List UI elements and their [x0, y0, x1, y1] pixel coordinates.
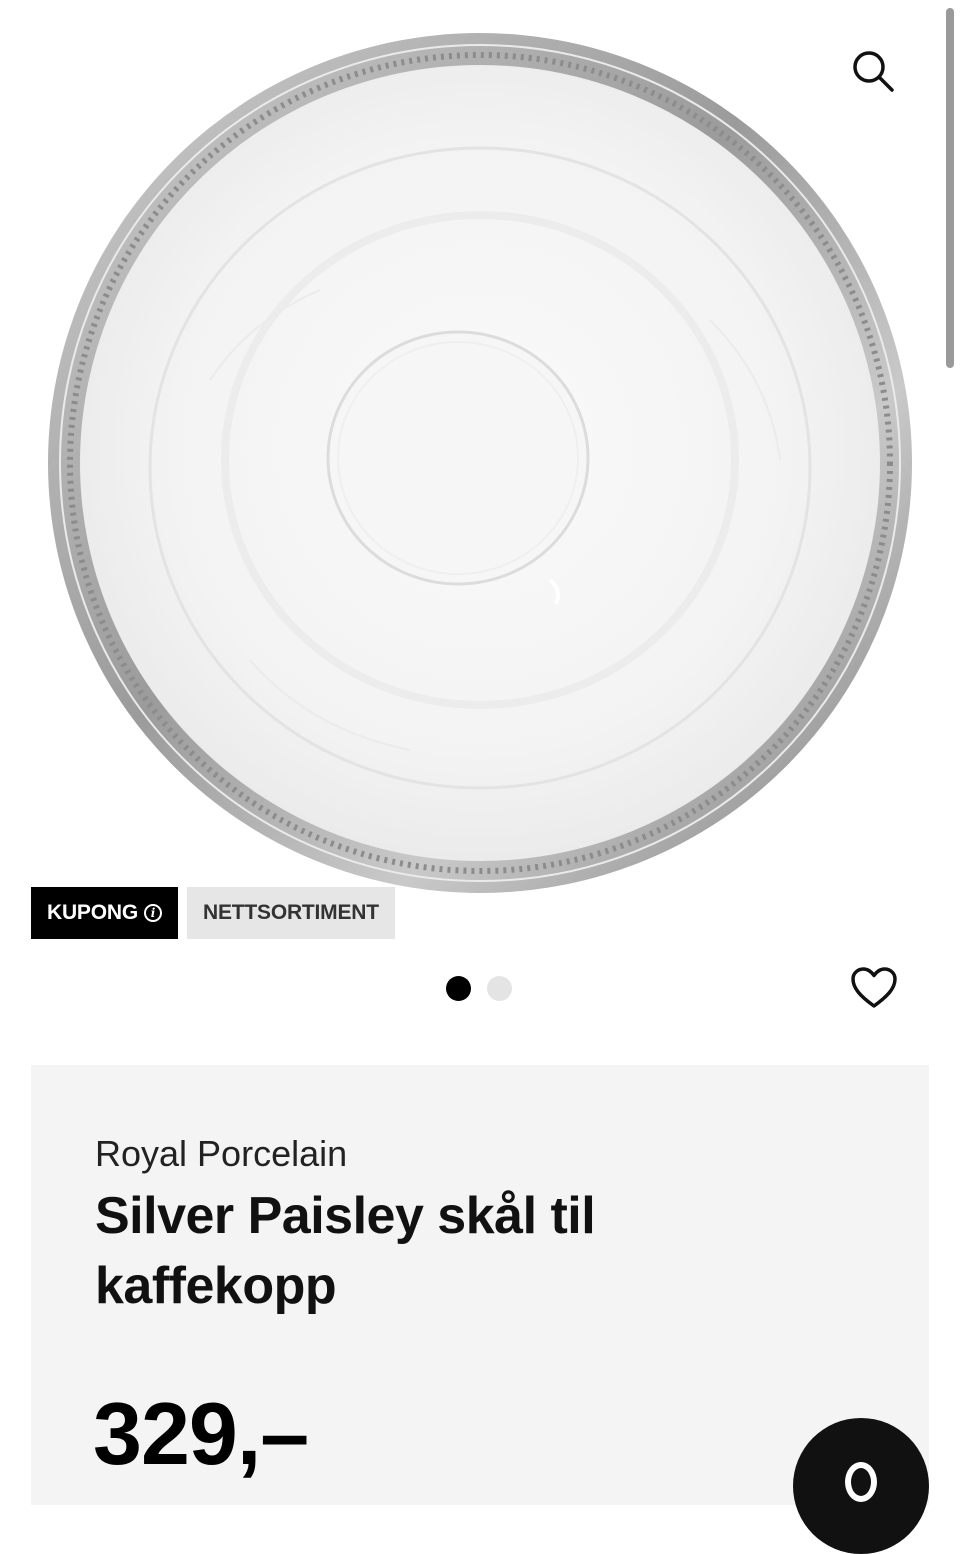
product-info-card: Royal Porcelain Silver Paisley skål til … [31, 1065, 929, 1505]
badge-row: KUPONG i NETTSORTIMENT [31, 887, 395, 939]
gallery-pagination [446, 976, 512, 1001]
heart-icon [851, 967, 897, 1008]
search-button[interactable] [842, 40, 904, 102]
add-to-cart-button[interactable] [793, 1418, 929, 1554]
product-title: Silver Paisley skål til kaffekopp [95, 1187, 596, 1315]
product-gallery[interactable] [0, 0, 960, 960]
web-only-badge: NETTSORTIMENT [186, 887, 395, 939]
search-icon [853, 51, 894, 92]
coupon-badge-label: KUPONG [47, 901, 138, 924]
coupon-badge[interactable]: KUPONG i [31, 887, 178, 939]
product-price: 329,– [93, 1384, 309, 1483]
web-only-badge-label: NETTSORTIMENT [202, 901, 379, 924]
product-image [48, 33, 912, 893]
product-brand[interactable]: Royal Porcelain [95, 1133, 347, 1175]
info-icon[interactable]: i [143, 904, 162, 922]
gallery-dot-2[interactable] [487, 976, 512, 1001]
gallery-dot-1[interactable] [446, 976, 471, 1001]
cart-icon [845, 1462, 877, 1502]
favorite-button[interactable] [846, 960, 902, 1016]
page-scrollbar[interactable] [946, 8, 954, 368]
